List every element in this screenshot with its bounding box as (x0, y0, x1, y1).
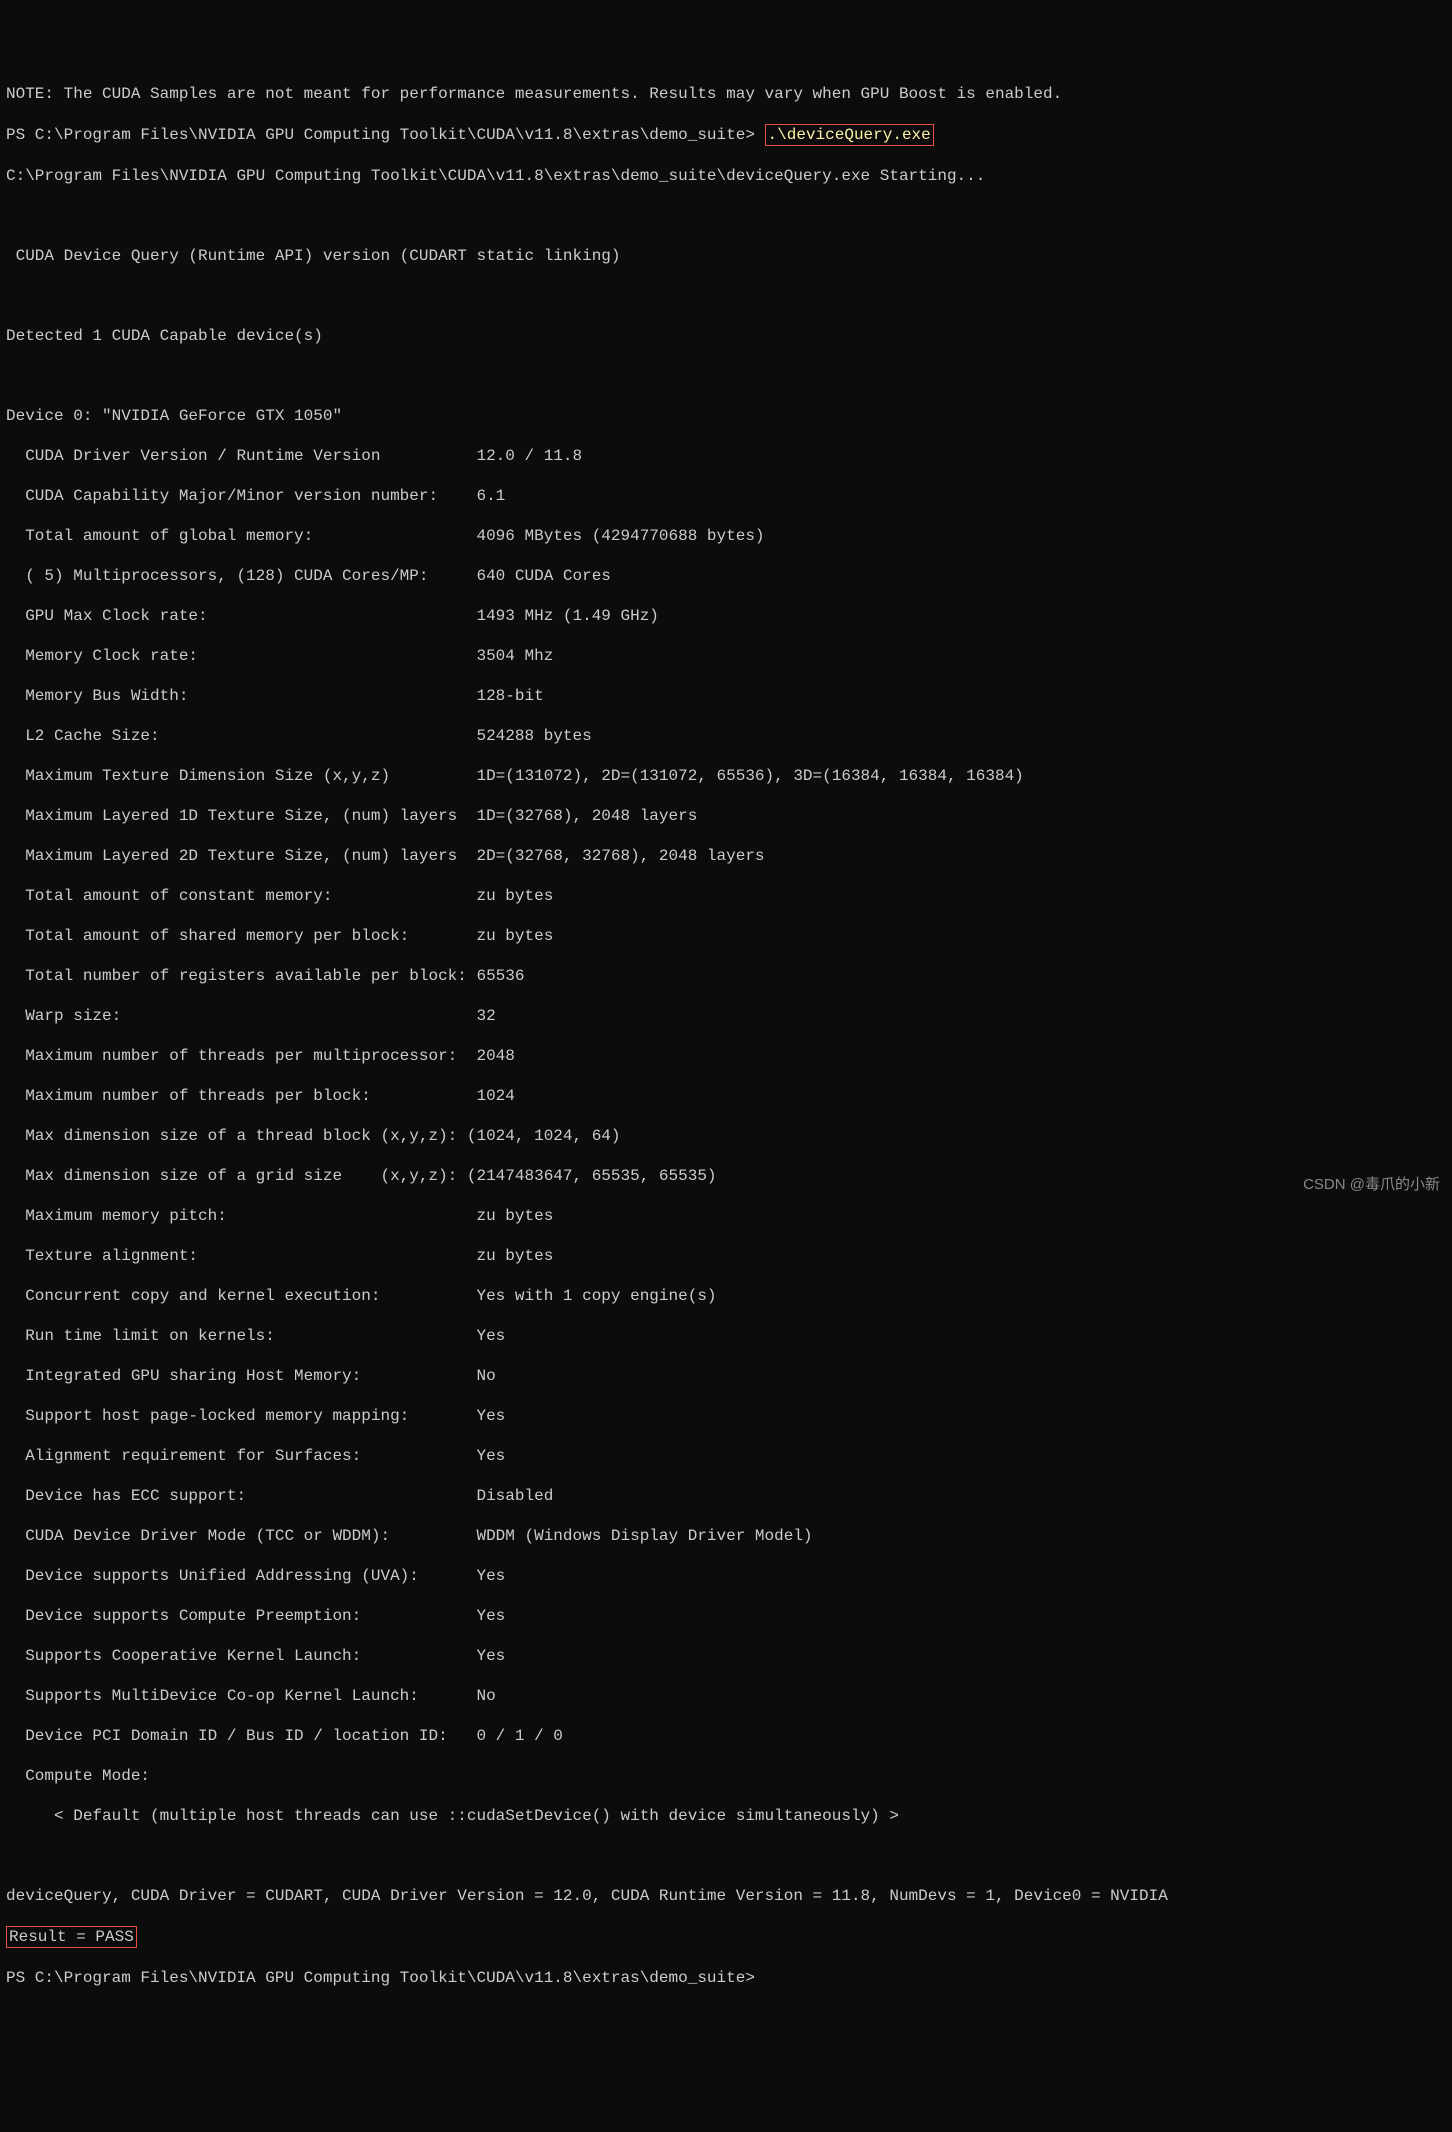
property-line: Warp size: 32 (6, 1006, 1446, 1026)
property-line: GPU Max Clock rate: 1493 MHz (1.49 GHz) (6, 606, 1446, 626)
property-line: Supports MultiDevice Co-op Kernel Launch… (6, 1686, 1446, 1706)
property-line: Integrated GPU sharing Host Memory: No (6, 1366, 1446, 1386)
property-line: Total number of registers available per … (6, 966, 1446, 986)
property-line: CUDA Driver Version / Runtime Version 12… (6, 446, 1446, 466)
property-line: Maximum Texture Dimension Size (x,y,z) 1… (6, 766, 1446, 786)
watermark: CSDN @毒爪的小新 (1303, 1176, 1440, 1195)
prompt-line-2[interactable]: PS C:\Program Files\NVIDIA GPU Computing… (6, 1968, 1446, 1988)
blank-line (6, 366, 1446, 386)
property-line: Total amount of shared memory per block:… (6, 926, 1446, 946)
device-line: Device 0: "NVIDIA GeForce GTX 1050" (6, 406, 1446, 426)
property-line: Device PCI Domain ID / Bus ID / location… (6, 1726, 1446, 1746)
property-line: < Default (multiple host threads can use… (6, 1806, 1446, 1826)
property-line: Max dimension size of a thread block (x,… (6, 1126, 1446, 1146)
summary-line: deviceQuery, CUDA Driver = CUDART, CUDA … (6, 1886, 1446, 1906)
property-line: Maximum Layered 2D Texture Size, (num) l… (6, 846, 1446, 866)
detected-line: Detected 1 CUDA Capable device(s) (6, 326, 1446, 346)
property-line: Concurrent copy and kernel execution: Ye… (6, 1286, 1446, 1306)
property-line: Support host page-locked memory mapping:… (6, 1406, 1446, 1426)
prompt-prefix: PS C:\Program Files\NVIDIA GPU Computing… (6, 126, 765, 144)
property-line: Memory Clock rate: 3504 Mhz (6, 646, 1446, 666)
property-line: Device has ECC support: Disabled (6, 1486, 1446, 1506)
property-line: Supports Cooperative Kernel Launch: Yes (6, 1646, 1446, 1666)
command-text: .\deviceQuery.exe (768, 126, 931, 144)
property-line: Maximum memory pitch: zu bytes (6, 1206, 1446, 1226)
property-line: Compute Mode: (6, 1766, 1446, 1786)
property-line: ( 5) Multiprocessors, (128) CUDA Cores/M… (6, 566, 1446, 586)
property-line: CUDA Capability Major/Minor version numb… (6, 486, 1446, 506)
command-highlight: .\deviceQuery.exe (765, 124, 934, 146)
blank-line (6, 206, 1446, 226)
property-line: Maximum number of threads per multiproce… (6, 1046, 1446, 1066)
blank-line (6, 1846, 1446, 1866)
property-line: Maximum Layered 1D Texture Size, (num) l… (6, 806, 1446, 826)
property-line: Run time limit on kernels: Yes (6, 1326, 1446, 1346)
property-line: Texture alignment: zu bytes (6, 1246, 1446, 1266)
property-line: Device supports Compute Preemption: Yes (6, 1606, 1446, 1626)
property-line: L2 Cache Size: 524288 bytes (6, 726, 1446, 746)
note-line: NOTE: The CUDA Samples are not meant for… (6, 84, 1446, 104)
property-line: CUDA Device Driver Mode (TCC or WDDM): W… (6, 1526, 1446, 1546)
header-line: CUDA Device Query (Runtime API) version … (6, 246, 1446, 266)
starting-line: C:\Program Files\NVIDIA GPU Computing To… (6, 166, 1446, 186)
property-line: Max dimension size of a grid size (x,y,z… (6, 1166, 1446, 1186)
property-line: Memory Bus Width: 128-bit (6, 686, 1446, 706)
property-line: Maximum number of threads per block: 102… (6, 1086, 1446, 1106)
result-line: Result = PASS (6, 1926, 1446, 1948)
prompt-line-1[interactable]: PS C:\Program Files\NVIDIA GPU Computing… (6, 124, 1446, 146)
property-line: Device supports Unified Addressing (UVA)… (6, 1566, 1446, 1586)
property-line: Alignment requirement for Surfaces: Yes (6, 1446, 1446, 1466)
blank-line (6, 286, 1446, 306)
result-highlight: Result = PASS (6, 1926, 137, 1948)
property-line: Total amount of global memory: 4096 MByt… (6, 526, 1446, 546)
property-line: Total amount of constant memory: zu byte… (6, 886, 1446, 906)
